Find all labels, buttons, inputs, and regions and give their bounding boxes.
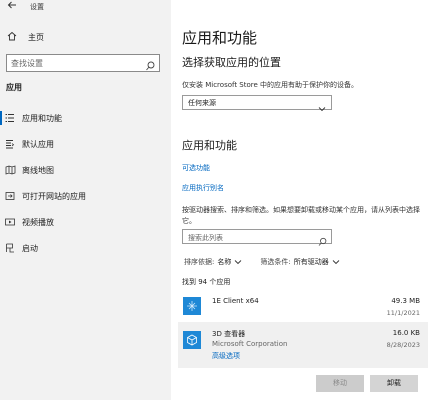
app-name: 3D 查看器 bbox=[212, 330, 246, 338]
sort-value: 名称 bbox=[217, 258, 232, 266]
main-content: 应用和功能 选择获取应用的位置 仅安装 Microsoft Store 中的应用… bbox=[171, 0, 428, 400]
dropdown-value: 任何来源 bbox=[188, 99, 216, 107]
sidebar-item-label: 可打开网站的应用 bbox=[22, 191, 86, 201]
filter-value: 所有驱动器 bbox=[293, 258, 329, 266]
advanced-options-link[interactable]: 高级选项 bbox=[212, 351, 240, 361]
default-apps-icon bbox=[4, 138, 16, 150]
install-source-heading: 选择获取应用的位置 bbox=[182, 56, 281, 69]
chevron-down-icon bbox=[234, 258, 242, 266]
home-button[interactable]: 主页 bbox=[6, 30, 44, 44]
sidebar-item-startup[interactable]: 启动 bbox=[0, 238, 171, 258]
apps-for-websites-icon bbox=[4, 190, 16, 202]
sort-dropdown[interactable]: 排序依据: 名称 bbox=[184, 257, 242, 267]
sidebar: 设置 主页 查找设置 应用 应用和功能 默认应用 离线地图 可打开网站的应用 视… bbox=[0, 0, 171, 400]
chevron-down-icon bbox=[332, 258, 340, 266]
sidebar-item-default-apps[interactable]: 默认应用 bbox=[0, 134, 171, 154]
install-source-description: 仅安装 Microsoft Store 中的应用有助于保护你的设备。 bbox=[182, 81, 359, 89]
back-arrow-icon[interactable] bbox=[6, 0, 18, 13]
video-playback-icon bbox=[4, 216, 16, 228]
apps-list-description: 按驱动器搜索、排序和筛选。如果想要卸载或移动某个应用，请从列表中选择它。 bbox=[182, 206, 420, 225]
app-size: 16.0 KB bbox=[392, 329, 420, 337]
sidebar-item-label: 应用和功能 bbox=[22, 113, 62, 123]
app-install-date: 11/1/2021 bbox=[386, 309, 420, 317]
install-source-dropdown[interactable]: 任何来源 bbox=[182, 95, 332, 112]
sidebar-item-video-playback[interactable]: 视频播放 bbox=[0, 212, 171, 232]
apps-list-icon bbox=[4, 112, 16, 124]
app-count: 找到 94 个应用 bbox=[182, 278, 231, 286]
3d-viewer-app-icon bbox=[183, 331, 201, 349]
move-button[interactable]: 移动 bbox=[316, 375, 364, 392]
offline-maps-icon bbox=[4, 164, 16, 176]
1e-client-app-icon bbox=[183, 297, 201, 315]
settings-search-input[interactable]: 查找设置 bbox=[6, 54, 160, 72]
page-title: 应用和功能 bbox=[182, 29, 258, 47]
app-aliases-link[interactable]: 应用执行别名 bbox=[182, 183, 224, 193]
search-placeholder: 搜索此列表 bbox=[188, 234, 223, 242]
apps-search-input[interactable]: 搜索此列表 bbox=[182, 229, 332, 246]
startup-icon bbox=[4, 242, 16, 254]
title-bar: 设置 bbox=[0, 0, 171, 14]
sort-label: 排序依据: bbox=[184, 258, 215, 266]
app-publisher: Microsoft Corporation bbox=[212, 340, 288, 348]
sidebar-item-apps-for-websites[interactable]: 可打开网站的应用 bbox=[0, 186, 171, 206]
search-placeholder: 查找设置 bbox=[11, 59, 43, 68]
apps-features-heading: 应用和功能 bbox=[182, 139, 237, 152]
app-list-item-selected[interactable]: 3D 查看器 Microsoft Corporation 高级选项 16.0 K… bbox=[178, 322, 428, 368]
uninstall-button[interactable]: 卸载 bbox=[370, 375, 418, 392]
sidebar-item-label: 默认应用 bbox=[22, 139, 54, 149]
home-icon bbox=[6, 31, 18, 44]
chevron-down-icon bbox=[318, 98, 326, 112]
filter-dropdown[interactable]: 筛选条件: 所有驱动器 bbox=[260, 257, 340, 267]
search-icon[interactable] bbox=[145, 57, 155, 71]
sidebar-item-label: 启动 bbox=[22, 243, 38, 253]
sidebar-item-label: 视频播放 bbox=[22, 217, 54, 227]
app-list-item[interactable]: 1E Client x64 49.3 MB 11/1/2021 bbox=[178, 291, 428, 321]
window-title: 设置 bbox=[30, 3, 44, 11]
home-label: 主页 bbox=[28, 32, 44, 42]
sidebar-item-apps-features[interactable]: 应用和功能 bbox=[0, 108, 171, 128]
search-icon[interactable] bbox=[318, 232, 327, 246]
app-name: 1E Client x64 bbox=[212, 297, 259, 305]
optional-features-link[interactable]: 可选功能 bbox=[182, 163, 210, 173]
app-size: 49.3 MB bbox=[391, 297, 420, 305]
sidebar-item-label: 离线地图 bbox=[22, 165, 54, 175]
sidebar-section-header: 应用 bbox=[6, 83, 22, 92]
sort-filter-bar: 排序依据: 名称 筛选条件: 所有驱动器 bbox=[184, 257, 340, 267]
filter-label: 筛选条件: bbox=[260, 258, 291, 266]
sidebar-item-offline-maps[interactable]: 离线地图 bbox=[0, 160, 171, 180]
app-install-date: 8/28/2023 bbox=[386, 341, 420, 349]
